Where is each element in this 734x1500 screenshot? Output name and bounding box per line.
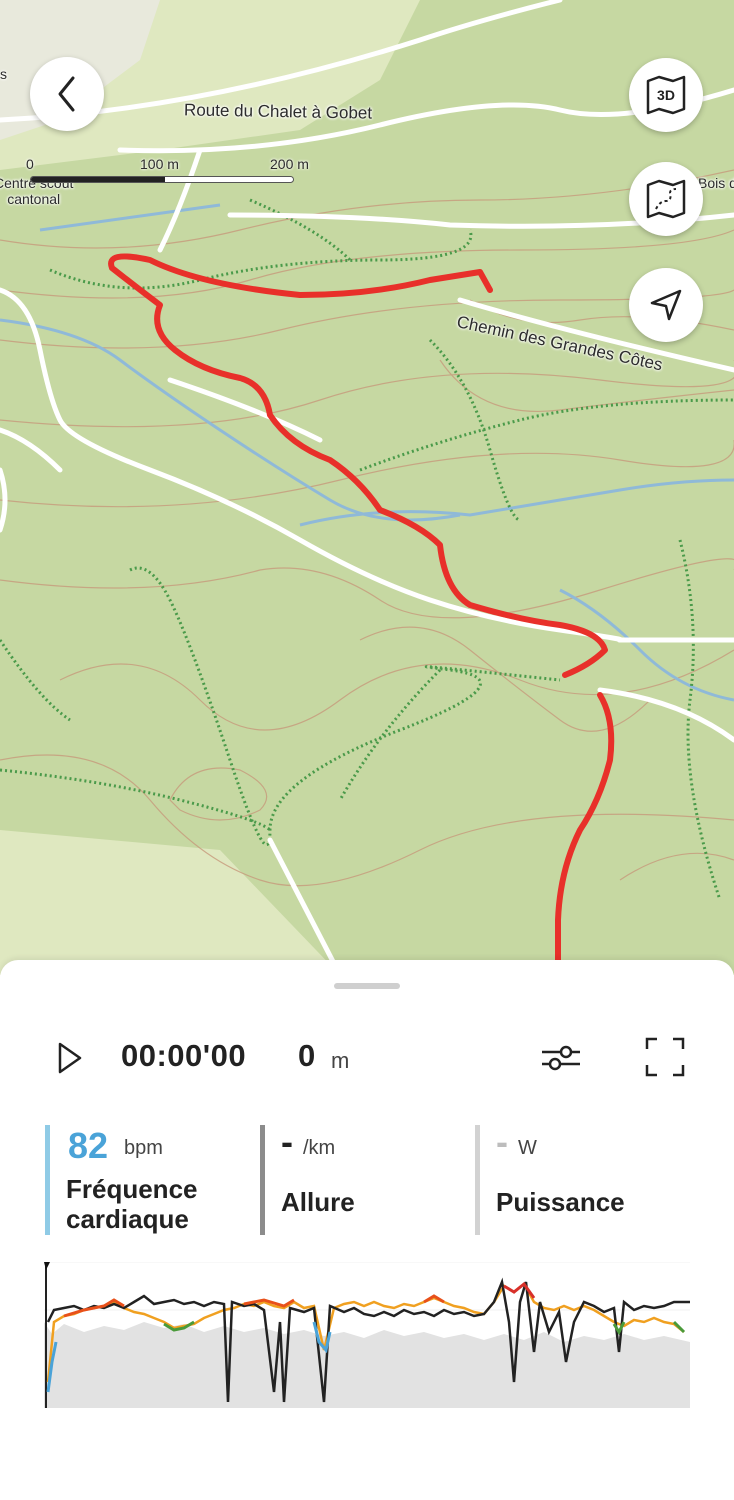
distance-value: 0 bbox=[298, 1038, 316, 1073]
power-unit: W bbox=[518, 1137, 537, 1159]
fullscreen-icon bbox=[645, 1037, 685, 1077]
sliders-icon bbox=[542, 1045, 580, 1071]
workout-sheet: 00:00'00 0 m 82 bpm Fréquence cardiaque … bbox=[0, 960, 734, 1500]
power-value: - bbox=[496, 1121, 508, 1162]
pace-value: - bbox=[281, 1121, 293, 1162]
road-label: Route du Chalet à Gobet bbox=[183, 100, 373, 123]
elapsed-time: 00:00'00 bbox=[121, 1038, 247, 1073]
edge-label-right: Bois d bbox=[698, 175, 734, 191]
fullscreen-button[interactable] bbox=[644, 1036, 686, 1078]
pace-label: Allure bbox=[281, 1187, 355, 1217]
power-label: Puissance bbox=[496, 1187, 625, 1217]
3d-toggle-button[interactable]: 3D bbox=[629, 58, 703, 132]
power-metric[interactable]: - W Puissance bbox=[475, 1121, 700, 1235]
play-button[interactable] bbox=[54, 1040, 86, 1076]
locate-button[interactable] bbox=[629, 268, 703, 342]
heart-rate-value: 82 bbox=[68, 1125, 109, 1166]
play-icon bbox=[58, 1042, 82, 1074]
navigation-arrow-icon bbox=[650, 289, 682, 321]
scale-zero: 0 bbox=[26, 156, 34, 172]
heart-rate-unit: bpm bbox=[124, 1137, 163, 1159]
map-view[interactable]: Route du Chalet à Gobet Chemin des Grand… bbox=[0, 0, 734, 975]
map-3d-icon: 3D bbox=[646, 75, 686, 115]
back-icon bbox=[58, 76, 75, 112]
map-style-button[interactable] bbox=[629, 162, 703, 236]
heart-rate-metric[interactable]: 82 bpm Fréquence cardiaque bbox=[45, 1125, 250, 1235]
3d-label: 3D bbox=[657, 87, 675, 103]
pace-unit: /km bbox=[303, 1137, 336, 1159]
terrain-map bbox=[0, 0, 734, 975]
scale-mid: 100 m bbox=[140, 156, 179, 172]
settings-button[interactable] bbox=[540, 1042, 582, 1074]
edge-label-left: s bbox=[0, 66, 7, 82]
back-button[interactable] bbox=[30, 57, 104, 131]
distance-unit: m bbox=[331, 1048, 350, 1073]
sheet-drag-handle[interactable] bbox=[334, 983, 400, 989]
map-route-icon bbox=[646, 179, 686, 219]
scale-end: 200 m bbox=[270, 156, 309, 172]
workout-graph[interactable] bbox=[44, 1262, 690, 1408]
heart-rate-label: Fréquence cardiaque bbox=[66, 1174, 198, 1234]
scale-bar bbox=[30, 176, 294, 183]
pace-metric[interactable]: - /km Allure bbox=[260, 1121, 465, 1235]
